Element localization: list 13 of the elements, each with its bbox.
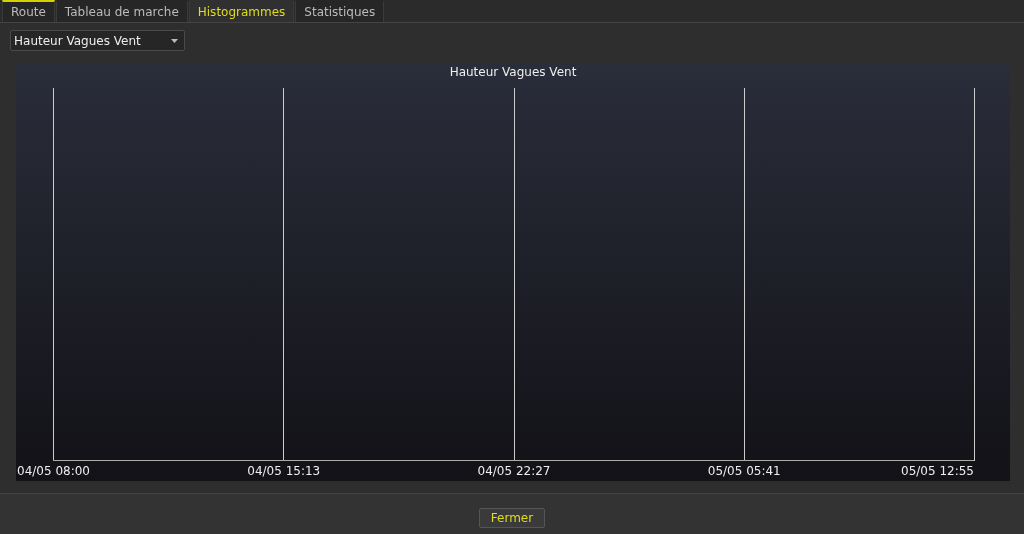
chart-title: Hauteur Vagues Vent <box>448 64 578 81</box>
chart-dropdown[interactable]: Hauteur Vagues Vent <box>10 30 185 51</box>
tab[interactable]: Route <box>2 0 55 22</box>
caret-icon <box>171 38 178 43</box>
tab[interactable]: Histogrammes <box>188 0 295 22</box>
axis-label: 05/05 12:55 <box>901 464 974 478</box>
axis-label: 05/05 05:41 <box>707 464 781 478</box>
axis-label: 04/05 22:27 <box>477 464 551 478</box>
axis-label: 04/05 08:00 <box>17 464 90 478</box>
close-button[interactable]: Fermer <box>478 508 546 528</box>
tab[interactable]: Tableau de marche <box>55 0 188 22</box>
axis-label: 04/05 15:13 <box>247 464 321 478</box>
tab[interactable]: Statistiques <box>295 0 385 22</box>
